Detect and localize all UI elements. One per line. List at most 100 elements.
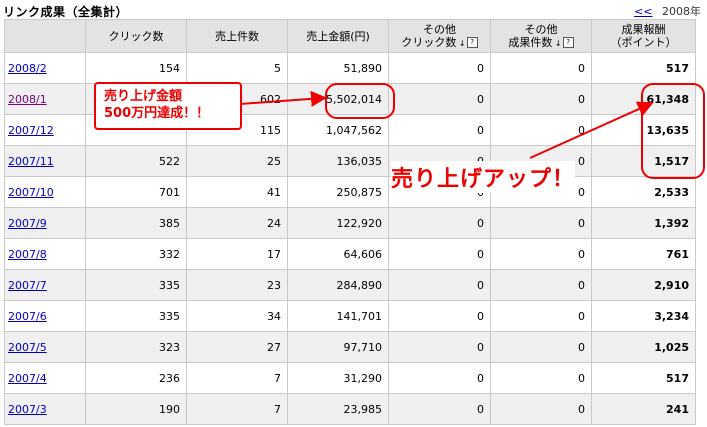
month-link[interactable]: 2008/1 [8, 93, 47, 106]
column-header-3: 売上金額(円) [287, 19, 389, 53]
sales-count-cell: 24 [186, 207, 288, 239]
column-header-label: 売上件数 [215, 29, 259, 43]
month-link[interactable]: 2007/10 [8, 186, 54, 199]
reward-cell: 2,533 [591, 176, 696, 208]
reward-highlight-oval [641, 83, 705, 179]
sort-arrow-icon: ↓ [552, 38, 562, 48]
month-cell: 2007/3 [4, 393, 86, 425]
help-icon[interactable]: ? [466, 37, 478, 48]
other-clicks-cell: 0 [388, 362, 491, 394]
sales-up-callout: 売り上げアップ！ [391, 161, 576, 193]
column-header-label: 売上金額(円) [306, 29, 370, 43]
table-row: 2007/9 385 24 122,920 0 0 1,392 [4, 207, 696, 239]
sales-count-cell: 5 [186, 52, 288, 84]
report-header: リンク成果（全集計） << 2008年 [0, 0, 707, 19]
table-row: 2007/5 323 27 97,710 0 0 1,025 [4, 331, 696, 363]
other-results-cell: 0 [490, 52, 592, 84]
month-cell: 2007/6 [4, 300, 86, 332]
month-cell: 2008/2 [4, 52, 86, 84]
reward-cell: 761 [591, 238, 696, 270]
month-cell: 2007/8 [4, 238, 86, 270]
sales-count-cell: 7 [186, 362, 288, 394]
table-header-row: クリック数 売上件数 売上金額(円) その他 クリック数 ↓? その他 成果件数 ↓? 成果報… [4, 19, 696, 53]
current-year-label: 2008年 [662, 5, 701, 18]
sales-count-cell: 27 [186, 331, 288, 363]
month-link[interactable]: 2007/5 [8, 341, 47, 354]
table-row: 2007/4 236 7 31,290 0 0 517 [4, 362, 696, 394]
column-header-label: クリック数 [401, 35, 457, 49]
month-cell: 2007/7 [4, 269, 86, 301]
reward-cell: 3,234 [591, 300, 696, 332]
other-clicks-cell: 0 [388, 114, 491, 146]
reward-cell: 517 [591, 52, 696, 84]
month-link[interactable]: 2007/3 [8, 403, 47, 416]
column-header-label: クリック数 [108, 29, 164, 43]
page-title: リンク成果（全集計） [3, 5, 129, 19]
clicks-cell: 332 [85, 238, 187, 270]
other-results-cell: 0 [490, 114, 592, 146]
month-link[interactable]: 2007/6 [8, 310, 47, 323]
month-link[interactable]: 2007/7 [8, 279, 47, 292]
clicks-cell: 190 [85, 393, 187, 425]
month-link[interactable]: 2007/8 [8, 248, 47, 261]
month-link[interactable]: 2007/11 [8, 155, 54, 168]
sales-count-cell: 25 [186, 145, 288, 177]
month-cell: 2007/10 [4, 176, 86, 208]
column-header-label: 成果報酬 [621, 23, 666, 36]
column-header-2: 売上件数 [186, 19, 288, 53]
other-clicks-cell: 0 [388, 238, 491, 270]
column-header-label: その他 [524, 22, 558, 36]
month-cell: 2007/12 [4, 114, 86, 146]
column-header-5: その他 成果件数 ↓? [490, 19, 592, 53]
sales-amount-cell: 64,606 [287, 238, 389, 270]
month-link[interactable]: 2007/4 [8, 372, 47, 385]
table-row: 2008/2 154 5 51,890 0 0 517 [4, 52, 696, 84]
sales-callout-text: 売り上げ金額 500万円達成！！ [104, 89, 210, 121]
help-icon[interactable]: ? [562, 37, 574, 48]
table-row: 2007/1070141250,875002,533 [4, 176, 696, 208]
reward-cell: 1,025 [591, 331, 696, 363]
other-clicks-cell: 0 [388, 300, 491, 332]
table-row: 2007/3 190 7 23,985 0 0 241 [4, 393, 696, 425]
column-header-label: 成果件数 [508, 35, 553, 49]
sales-amount-cell: 1,047,562 [287, 114, 389, 146]
clicks-cell: 522 [85, 145, 187, 177]
sales-amount-cell: 23,985 [287, 393, 389, 425]
column-header-label: （ポイント） [610, 36, 677, 49]
other-results-cell: 0 [490, 269, 592, 301]
sales-amount-cell: 51,890 [287, 52, 389, 84]
other-results-cell: 0 [490, 207, 592, 239]
other-results-cell: 0 [490, 362, 592, 394]
sales-amount-cell: 284,890 [287, 269, 389, 301]
sales-count-cell: 23 [186, 269, 288, 301]
sales-amount-cell: 97,710 [287, 331, 389, 363]
month-link[interactable]: 2007/9 [8, 217, 47, 230]
table-row: 2007/8 332 17 64,606 0 0 761 [4, 238, 696, 270]
month-cell: 2007/4 [4, 362, 86, 394]
month-link[interactable]: 2007/12 [8, 124, 54, 137]
reward-cell: 2,910 [591, 269, 696, 301]
sales-amount-cell: 122,920 [287, 207, 389, 239]
month-cell: 2007/9 [4, 207, 86, 239]
clicks-cell: 323 [85, 331, 187, 363]
previous-year-link[interactable]: << [634, 5, 652, 18]
month-cell: 2007/5 [4, 331, 86, 363]
sales-count-cell: 41 [186, 176, 288, 208]
reward-cell: 241 [591, 393, 696, 425]
year-navigation: << 2008年 [634, 3, 701, 19]
sales-amount-cell: 141,701 [287, 300, 389, 332]
sales-count-cell: 17 [186, 238, 288, 270]
clicks-cell: 335 [85, 269, 187, 301]
sales-amount-cell: 250,875 [287, 176, 389, 208]
other-clicks-cell: 0 [388, 207, 491, 239]
sales-count-cell: 34 [186, 300, 288, 332]
other-clicks-cell: 0 [388, 393, 491, 425]
clicks-cell: 154 [85, 52, 187, 84]
clicks-cell: 335 [85, 300, 187, 332]
other-results-cell: 0 [490, 393, 592, 425]
month-link[interactable]: 2008/2 [8, 62, 47, 75]
table-row: 2007/7 335 23 284,890 0 0 2,910 [4, 269, 696, 301]
column-header-6: 成果報酬 （ポイント） [591, 19, 696, 53]
sales-amount-cell: 31,290 [287, 362, 389, 394]
table-row: 2007/6 335 34 141,701 0 0 3,234 [4, 300, 696, 332]
